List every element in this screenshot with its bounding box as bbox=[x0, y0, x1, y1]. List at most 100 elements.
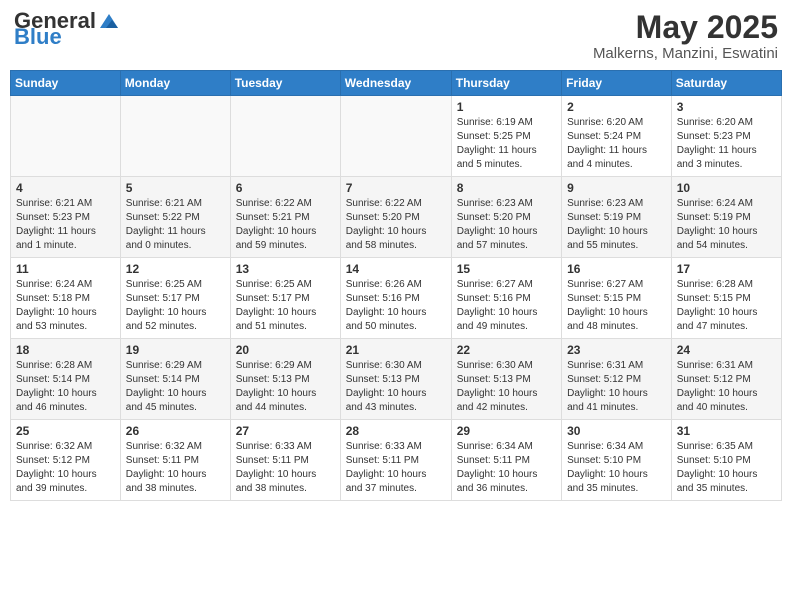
calendar-cell: 21Sunrise: 6:30 AMSunset: 5:13 PMDayligh… bbox=[340, 339, 451, 420]
title-section: May 2025 Malkerns, Manzini, Eswatini bbox=[593, 10, 778, 62]
column-header-sunday: Sunday bbox=[11, 71, 121, 96]
day-number: 10 bbox=[677, 181, 776, 195]
day-info: Sunrise: 6:29 AMSunset: 5:13 PMDaylight:… bbox=[236, 359, 335, 415]
calendar-cell: 24 Sunrise: 6:31 AMSunset: 5:12 PMDayligh… bbox=[671, 339, 781, 420]
calendar-cell: 19 Sunrise: 6:29 AMSunset: 5:14 PMDayligh… bbox=[120, 339, 230, 420]
day-number: 17 bbox=[677, 262, 776, 276]
day-number: 28 bbox=[346, 424, 446, 438]
day-info: Sunrise: 6:34 AMSunset: 5:10 PMDaylight:… bbox=[567, 440, 666, 496]
day-info: Sunrise: 6:32 AMSunset: 5:12 PMDaylight:… bbox=[16, 440, 115, 496]
day-info: Sunrise: 6:31 AMSunset: 5:12 PMDaylight:… bbox=[567, 359, 666, 415]
day-number: 27 bbox=[236, 424, 335, 438]
day-info: Sunrise: 6:19 AMSunset: 5:25 PMDaylight:… bbox=[457, 116, 556, 172]
day-info: Sunrise: 6:28 AMSunset: 5:15 PMDaylight:… bbox=[677, 278, 776, 334]
day-info: Sunrise: 6:25 AMSunset: 5:17 PMDaylight:… bbox=[236, 278, 335, 334]
day-number: 6 bbox=[236, 181, 335, 195]
column-header-friday: Friday bbox=[562, 71, 672, 96]
calendar-cell bbox=[120, 96, 230, 177]
day-info: Sunrise: 6:28 AMSunset: 5:14 PMDaylight:… bbox=[16, 359, 115, 415]
calendar-cell: 28 Sunrise: 6:33 AMSunset: 5:11 PMDayligh… bbox=[340, 420, 451, 501]
day-info: Sunrise: 6:22 AMSunset: 5:21 PMDaylight:… bbox=[236, 197, 335, 253]
calendar-cell bbox=[11, 96, 121, 177]
day-info: Sunrise: 6:23 AMSunset: 5:19 PMDaylight:… bbox=[567, 197, 666, 253]
day-number: 8 bbox=[457, 181, 556, 195]
day-info: Sunrise: 6:30 AMSunset: 5:13 PMDaylight:… bbox=[457, 359, 556, 415]
day-info: Sunrise: 6:26 AMSunset: 5:16 PMDaylight:… bbox=[346, 278, 446, 334]
calendar-cell: 8 Sunrise: 6:23 AMSunset: 5:20 PMDaylight… bbox=[451, 177, 561, 258]
day-info: Sunrise: 6:31 AMSunset: 5:12 PMDaylight:… bbox=[677, 359, 776, 415]
calendar-week-row: 11 Sunrise: 6:24 AMSunset: 5:18 PMDayligh… bbox=[11, 258, 782, 339]
day-info: Sunrise: 6:22 AMSunset: 5:20 PMDaylight:… bbox=[346, 197, 446, 253]
column-header-wednesday: Wednesday bbox=[340, 71, 451, 96]
calendar-cell: 10 Sunrise: 6:24 AMSunset: 5:19 PMDayligh… bbox=[671, 177, 781, 258]
day-info: Sunrise: 6:27 AMSunset: 5:15 PMDaylight:… bbox=[567, 278, 666, 334]
calendar-cell: 5 Sunrise: 6:21 AMSunset: 5:22 PMDaylight… bbox=[120, 177, 230, 258]
calendar-cell: 29 Sunrise: 6:34 AMSunset: 5:11 PMDayligh… bbox=[451, 420, 561, 501]
calendar-cell: 4Sunrise: 6:21 AMSunset: 5:23 PMDaylight… bbox=[11, 177, 121, 258]
calendar-cell: 25 Sunrise: 6:32 AMSunset: 5:12 PMDayligh… bbox=[11, 420, 121, 501]
day-info: Sunrise: 6:27 AMSunset: 5:16 PMDaylight:… bbox=[457, 278, 556, 334]
column-header-thursday: Thursday bbox=[451, 71, 561, 96]
logo: General Blue bbox=[14, 10, 120, 48]
calendar-table: SundayMondayTuesdayWednesdayThursdayFrid… bbox=[10, 70, 782, 501]
calendar-cell: 18 Sunrise: 6:28 AMSunset: 5:14 PMDayligh… bbox=[11, 339, 121, 420]
day-number: 24 bbox=[677, 343, 776, 357]
location: Malkerns, Manzini, Eswatini bbox=[593, 45, 778, 62]
day-number: 22 bbox=[457, 343, 556, 357]
day-number: 15 bbox=[457, 262, 556, 276]
day-number: 5 bbox=[126, 181, 225, 195]
calendar-cell: 26 Sunrise: 6:32 AMSunset: 5:11 PMDayligh… bbox=[120, 420, 230, 501]
calendar-cell: 27 Sunrise: 6:33 AMSunset: 5:11 PMDayligh… bbox=[230, 420, 340, 501]
day-info: Sunrise: 6:20 AMSunset: 5:23 PMDaylight:… bbox=[677, 116, 776, 172]
day-info: Sunrise: 6:21 AMSunset: 5:23 PMDaylight:… bbox=[16, 197, 115, 253]
calendar-week-row: 1Sunrise: 6:19 AMSunset: 5:25 PMDaylight… bbox=[11, 96, 782, 177]
calendar-cell bbox=[230, 96, 340, 177]
calendar-cell: 30 Sunrise: 6:34 AMSunset: 5:10 PMDayligh… bbox=[562, 420, 672, 501]
day-number: 16 bbox=[567, 262, 666, 276]
calendar-cell: 14Sunrise: 6:26 AMSunset: 5:16 PMDayligh… bbox=[340, 258, 451, 339]
calendar-cell: 13 Sunrise: 6:25 AMSunset: 5:17 PMDayligh… bbox=[230, 258, 340, 339]
day-number: 30 bbox=[567, 424, 666, 438]
day-info: Sunrise: 6:32 AMSunset: 5:11 PMDaylight:… bbox=[126, 440, 225, 496]
day-number: 9 bbox=[567, 181, 666, 195]
day-number: 29 bbox=[457, 424, 556, 438]
calendar-header-row: SundayMondayTuesdayWednesdayThursdayFrid… bbox=[11, 71, 782, 96]
calendar-cell: 3Sunrise: 6:20 AMSunset: 5:23 PMDaylight… bbox=[671, 96, 781, 177]
calendar-cell: 6 Sunrise: 6:22 AMSunset: 5:21 PMDaylight… bbox=[230, 177, 340, 258]
day-info: Sunrise: 6:29 AMSunset: 5:14 PMDaylight:… bbox=[126, 359, 225, 415]
calendar-week-row: 25 Sunrise: 6:32 AMSunset: 5:12 PMDayligh… bbox=[11, 420, 782, 501]
day-number: 31 bbox=[677, 424, 776, 438]
calendar-cell: 23Sunrise: 6:31 AMSunset: 5:12 PMDayligh… bbox=[562, 339, 672, 420]
day-info: Sunrise: 6:34 AMSunset: 5:11 PMDaylight:… bbox=[457, 440, 556, 496]
day-number: 25 bbox=[16, 424, 115, 438]
day-number: 12 bbox=[126, 262, 225, 276]
day-number: 19 bbox=[126, 343, 225, 357]
column-header-saturday: Saturday bbox=[671, 71, 781, 96]
calendar-cell: 20Sunrise: 6:29 AMSunset: 5:13 PMDayligh… bbox=[230, 339, 340, 420]
day-info: Sunrise: 6:33 AMSunset: 5:11 PMDaylight:… bbox=[236, 440, 335, 496]
calendar-cell: 7 Sunrise: 6:22 AMSunset: 5:20 PMDaylight… bbox=[340, 177, 451, 258]
calendar-cell: 22 Sunrise: 6:30 AMSunset: 5:13 PMDayligh… bbox=[451, 339, 561, 420]
day-info: Sunrise: 6:33 AMSunset: 5:11 PMDaylight:… bbox=[346, 440, 446, 496]
calendar-cell bbox=[340, 96, 451, 177]
day-info: Sunrise: 6:30 AMSunset: 5:13 PMDaylight:… bbox=[346, 359, 446, 415]
day-info: Sunrise: 6:35 AMSunset: 5:10 PMDaylight:… bbox=[677, 440, 776, 496]
calendar-week-row: 4Sunrise: 6:21 AMSunset: 5:23 PMDaylight… bbox=[11, 177, 782, 258]
calendar-week-row: 18 Sunrise: 6:28 AMSunset: 5:14 PMDayligh… bbox=[11, 339, 782, 420]
day-info: Sunrise: 6:23 AMSunset: 5:20 PMDaylight:… bbox=[457, 197, 556, 253]
day-number: 13 bbox=[236, 262, 335, 276]
day-info: Sunrise: 6:24 AMSunset: 5:18 PMDaylight:… bbox=[16, 278, 115, 334]
day-info: Sunrise: 6:21 AMSunset: 5:22 PMDaylight:… bbox=[126, 197, 225, 253]
day-info: Sunrise: 6:25 AMSunset: 5:17 PMDaylight:… bbox=[126, 278, 225, 334]
calendar-cell: 11 Sunrise: 6:24 AMSunset: 5:18 PMDayligh… bbox=[11, 258, 121, 339]
page-header: General Blue May 2025 Malkerns, Manzini,… bbox=[10, 10, 782, 62]
day-number: 7 bbox=[346, 181, 446, 195]
day-number: 11 bbox=[16, 262, 115, 276]
calendar-cell: 1Sunrise: 6:19 AMSunset: 5:25 PMDaylight… bbox=[451, 96, 561, 177]
day-number: 26 bbox=[126, 424, 225, 438]
calendar-cell: 16 Sunrise: 6:27 AMSunset: 5:15 PMDayligh… bbox=[562, 258, 672, 339]
day-info: Sunrise: 6:24 AMSunset: 5:19 PMDaylight:… bbox=[677, 197, 776, 253]
column-header-monday: Monday bbox=[120, 71, 230, 96]
day-number: 18 bbox=[16, 343, 115, 357]
calendar-cell: 9 Sunrise: 6:23 AMSunset: 5:19 PMDaylight… bbox=[562, 177, 672, 258]
